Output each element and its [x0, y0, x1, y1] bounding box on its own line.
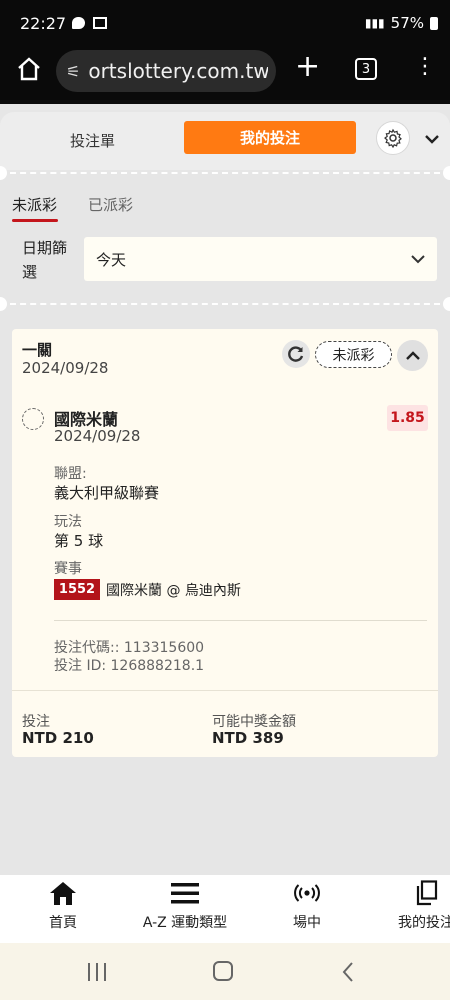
tab-switcher-button[interactable]: 3	[355, 58, 377, 80]
refresh-button[interactable]	[282, 340, 310, 368]
settings-button[interactable]	[376, 121, 410, 155]
league-value: 義大利甲級聯賽	[54, 484, 160, 502]
bet-code: 投注代碼:: 113315600	[54, 640, 205, 656]
event-id-badge: 1552	[54, 579, 100, 600]
back-button[interactable]	[342, 961, 354, 987]
date-filter-value: 今天	[96, 250, 127, 269]
date-filter-select[interactable]: 今天	[84, 237, 437, 281]
nav-label: 首頁	[49, 915, 77, 931]
nav-label: A-Z 運動類型	[142, 915, 228, 931]
stake-label: 投注	[22, 714, 50, 730]
nav-label: 我的投注	[398, 915, 450, 931]
gear-icon	[384, 128, 402, 148]
divider-notch	[443, 297, 450, 311]
stake-value: NTD 210	[22, 729, 94, 747]
battery-icon	[430, 16, 438, 30]
divider	[12, 690, 438, 691]
event-label: 賽事	[54, 561, 82, 577]
new-tab-icon[interactable]: +	[295, 52, 320, 82]
more-menu-icon[interactable]: ⋮	[414, 56, 436, 78]
site-settings-icon[interactable]: ⚟	[66, 62, 80, 81]
payout-value: NTD 389	[212, 729, 284, 747]
event-name: 國際米蘭 @ 烏迪內斯	[106, 583, 241, 599]
divider	[10, 303, 440, 305]
signal-icon: ▮▮▮	[364, 16, 385, 30]
divider-notch	[443, 166, 450, 180]
league-label: 聯盟:	[54, 466, 87, 482]
live-icon	[294, 884, 320, 902]
battery-text: 57%	[390, 14, 424, 32]
nav-my-bets[interactable]: 我的投注	[395, 880, 450, 940]
selection-status-icon	[22, 408, 44, 430]
status-indicators: ▮▮▮ 57%	[365, 14, 438, 32]
nav-live[interactable]: 場中	[282, 880, 332, 940]
selection-date: 2024/09/28	[54, 427, 141, 445]
chevron-down-icon	[411, 254, 425, 263]
chevron-down-icon	[425, 135, 439, 144]
browser-toolbar: ⚟ ortslottery.com.tw + 3 ⋮	[0, 50, 450, 104]
status-time: 22:27	[20, 14, 67, 33]
menu-icon	[171, 883, 199, 904]
collapse-card-button[interactable]	[397, 340, 428, 371]
chat-icon	[72, 17, 85, 29]
chevron-up-icon	[405, 351, 420, 360]
collapse-panel-button[interactable]	[419, 126, 445, 152]
tab-settled[interactable]: 已派彩	[88, 194, 133, 215]
address-bar[interactable]: ⚟ ortslottery.com.tw	[56, 50, 276, 92]
market-label: 玩法	[54, 514, 82, 530]
odds-badge: 1.85	[387, 405, 428, 431]
home-button[interactable]	[213, 961, 233, 981]
home-icon	[50, 882, 76, 905]
tab-betslip[interactable]: 投注單	[20, 126, 165, 154]
active-tab-indicator	[12, 219, 58, 222]
payout-label: 可能中獎金額	[212, 714, 296, 730]
refresh-icon	[288, 346, 304, 362]
copy-icon	[416, 880, 438, 906]
url-text: ortslottery.com.tw	[88, 59, 269, 83]
home-icon[interactable]	[16, 56, 42, 86]
gallery-icon	[93, 17, 107, 29]
status-badge: 未派彩	[315, 341, 392, 368]
nav-label: 場中	[293, 915, 321, 931]
market-value: 第 5 球	[54, 532, 104, 550]
tab-unsettled[interactable]: 未派彩	[12, 194, 57, 215]
divider	[54, 620, 427, 621]
android-nav-bar	[0, 943, 450, 1000]
date-filter-label: 日期篩選	[22, 239, 68, 281]
status-bar: 22:27 ▮▮▮ 57%	[0, 0, 450, 50]
divider	[10, 172, 440, 174]
tab-my-bets[interactable]: 我的投注	[184, 121, 356, 154]
bet-date: 2024/09/28	[22, 359, 109, 377]
nav-sports-az[interactable]: A-Z 運動類型	[135, 880, 235, 940]
bet-type: 一關	[22, 341, 53, 359]
bet-id: 投注 ID: 126888218.1	[54, 658, 205, 674]
recent-apps-button[interactable]	[88, 963, 106, 981]
nav-home[interactable]: 首頁	[38, 880, 88, 940]
